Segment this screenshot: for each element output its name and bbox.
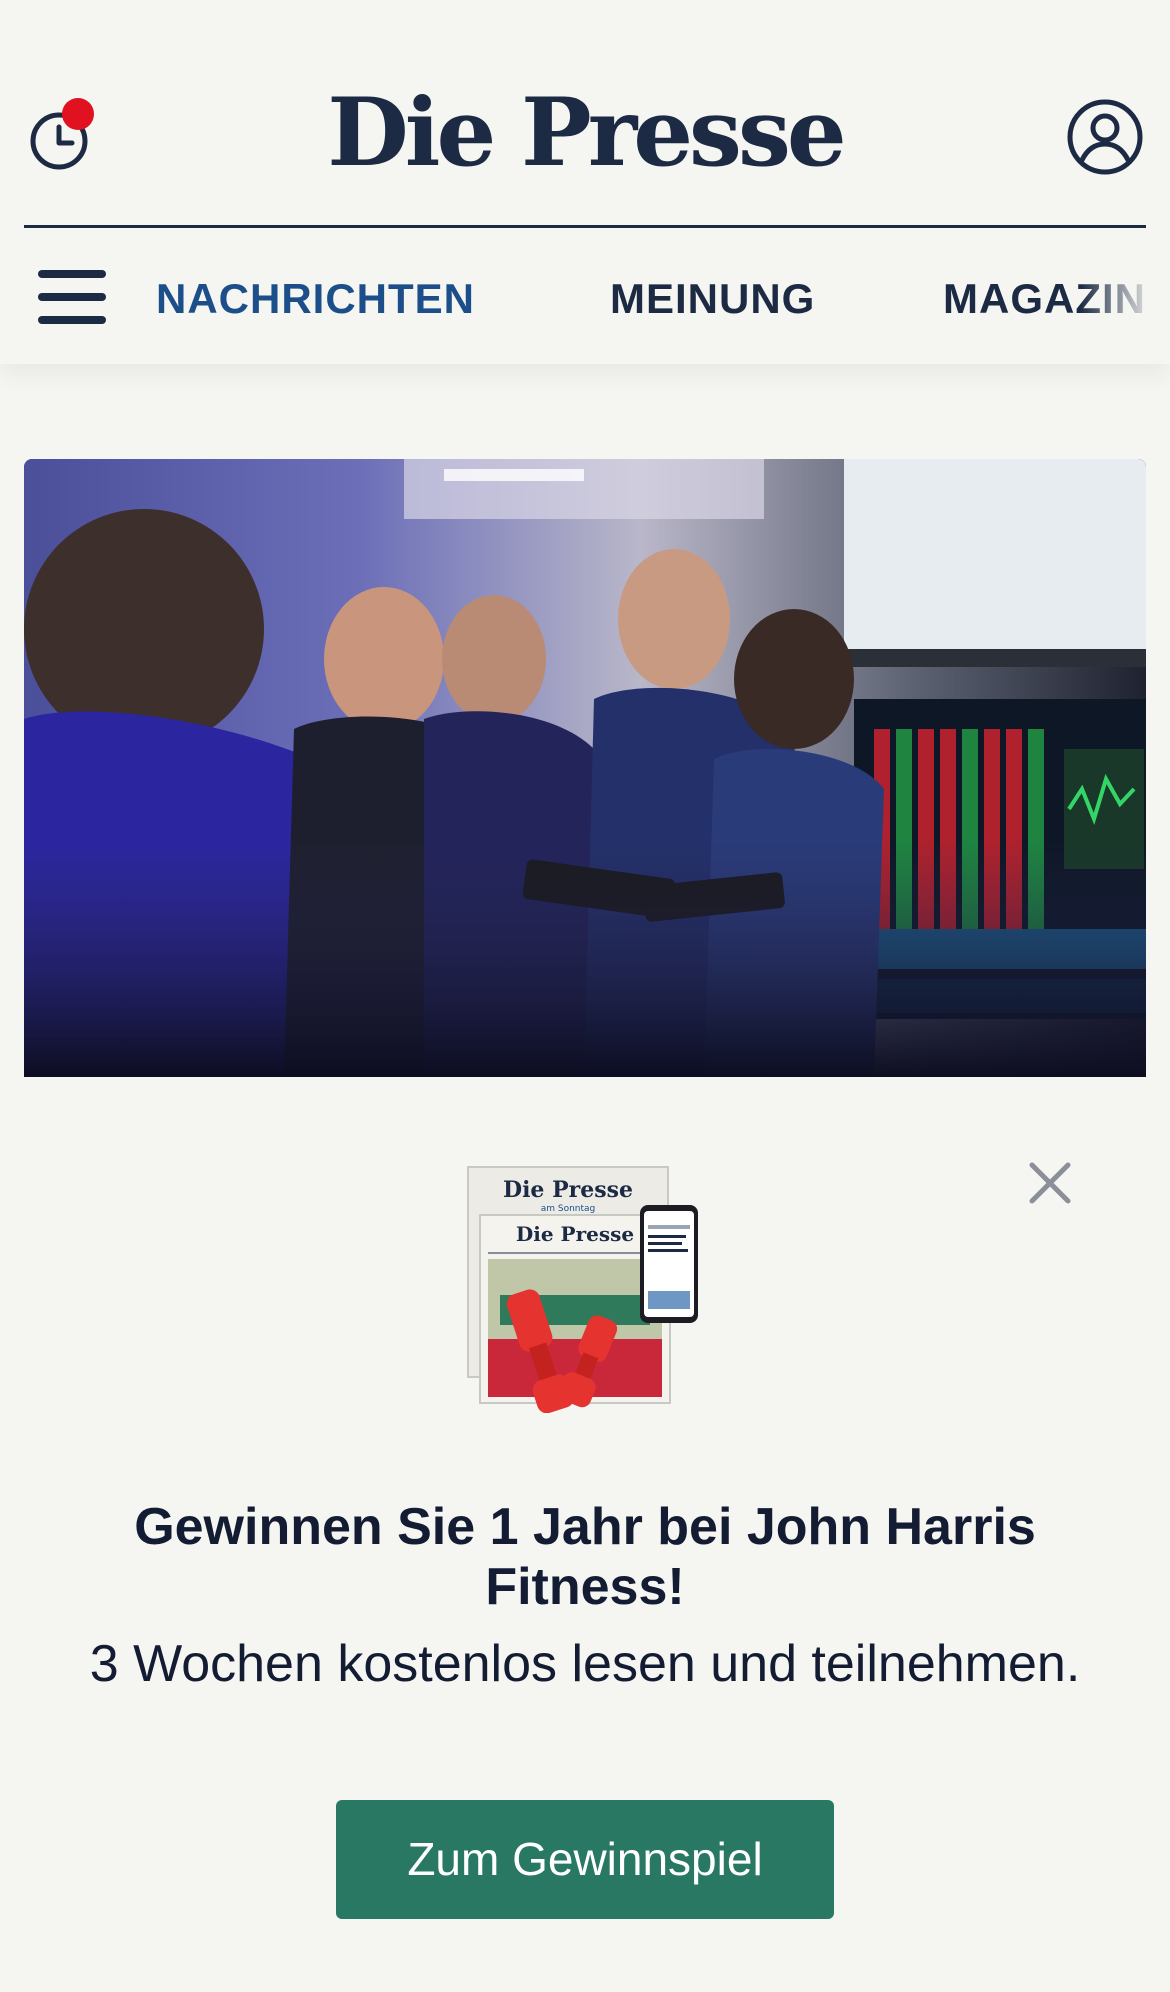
nav-item-nachrichten[interactable]: NACHRICHTEN (156, 274, 475, 324)
close-icon (1029, 1162, 1071, 1204)
article-hero-image[interactable] (24, 459, 1146, 1079)
site-header: Die Presse NACHRICHTEN MEINUNG MAGAZIN (0, 0, 1170, 364)
account-button[interactable] (1066, 98, 1144, 176)
newspaper-title-back: Die Presse (503, 1177, 633, 1203)
menu-button[interactable] (38, 270, 106, 324)
site-logo[interactable]: Die Presse (0, 78, 1170, 188)
user-account-icon (1067, 99, 1143, 175)
promo-subtitle: 3 Wochen kostenlos lesen und teilnehmen. (89, 1635, 1081, 1693)
newspaper-subtitle-back: am Sonntag (541, 1204, 596, 1214)
nav-item-meinung[interactable]: MEINUNG (610, 274, 815, 324)
newspaper-dumbbells-phone-promo-image: Die Presse am Sonntag Die Presse (467, 1166, 698, 1414)
page: Die Presse NACHRICHTEN MEINUNG MAGAZIN D… (0, 0, 1170, 1992)
hamburger-menu-icon (38, 270, 106, 278)
close-button[interactable] (1026, 1159, 1074, 1207)
promo-image: Die Presse am Sonntag Die Presse (460, 1165, 710, 1414)
stock-exchange-traders-photo (24, 459, 1146, 1079)
newspaper-title-front: Die Presse (516, 1222, 634, 1246)
gewinnspiel-button[interactable]: Zum Gewinnspiel (336, 1800, 834, 1919)
subscription-promo-overlay: Die Presse am Sonntag Die Presse Gewinne… (0, 1077, 1170, 1992)
main-navigation: NACHRICHTEN MEINUNG MAGAZIN (0, 228, 1170, 364)
promo-title: Gewinnen Sie 1 Jahr bei John Harris Fitn… (134, 1498, 1036, 1616)
nav-scroll-fade (1080, 228, 1170, 364)
